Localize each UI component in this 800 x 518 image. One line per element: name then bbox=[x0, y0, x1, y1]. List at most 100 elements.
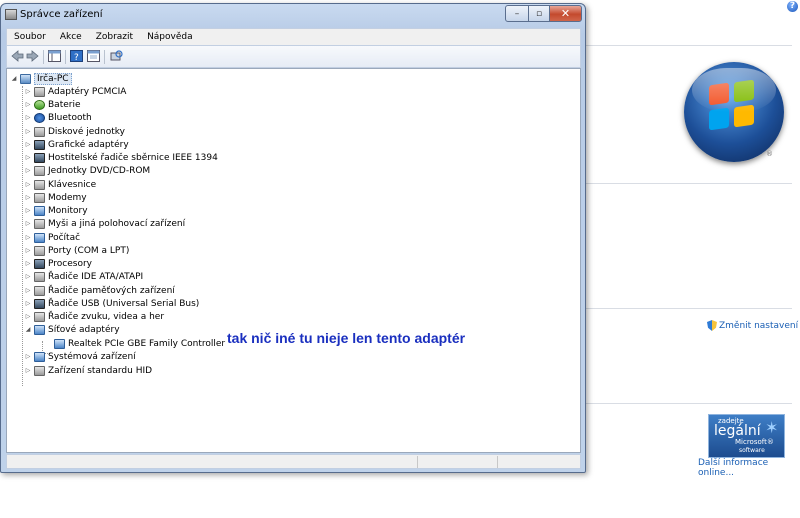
expand-icon[interactable]: ▷ bbox=[24, 234, 32, 241]
expand-icon[interactable]: ▷ bbox=[24, 114, 32, 121]
properties-icon[interactable] bbox=[87, 50, 100, 62]
star-icon: ✶ bbox=[765, 418, 779, 437]
menu-help[interactable]: Nápověda bbox=[140, 32, 200, 42]
menu-file[interactable]: Soubor bbox=[7, 32, 53, 42]
tree-item-label: Řadiče paměťových zařízení bbox=[48, 285, 175, 296]
menu-view[interactable]: Zobrazit bbox=[89, 32, 140, 42]
more-info-link[interactable]: Další informace online... bbox=[698, 458, 800, 478]
tree-item-battery[interactable]: ▷ Baterie bbox=[24, 98, 81, 111]
tree-item-ieee1394[interactable]: ▷ Hostitelské řadiče sběrnice IEEE 1394 bbox=[24, 151, 218, 164]
tree-item-ide-ata[interactable]: ▷ Řadiče IDE ATA/ATAPI bbox=[24, 270, 143, 283]
expand-icon[interactable]: ▷ bbox=[24, 247, 32, 254]
tree-item-processors[interactable]: ▷ Procesory bbox=[24, 257, 92, 270]
tree-item-label: Adaptéry PCMCIA bbox=[48, 86, 127, 97]
tree-item-label: Řadiče zvuku, videa a her bbox=[48, 311, 165, 322]
hid-icon bbox=[34, 365, 45, 376]
tree-root-label: Irča-PC bbox=[34, 72, 72, 85]
battery-icon bbox=[34, 99, 45, 110]
expand-icon[interactable]: ▷ bbox=[24, 367, 32, 374]
expand-icon[interactable]: ▷ bbox=[24, 287, 32, 294]
scan-hardware-icon[interactable] bbox=[110, 50, 123, 62]
expand-icon[interactable]: ▷ bbox=[24, 300, 32, 307]
tree-item-label: Hostitelské řadiče sběrnice IEEE 1394 bbox=[48, 152, 218, 163]
tree-item-display-adapters[interactable]: ▷ Grafické adaptéry bbox=[24, 138, 129, 151]
expand-icon[interactable]: ▷ bbox=[24, 88, 32, 95]
dvd-drive-icon bbox=[34, 165, 45, 176]
tree-item-label: Myši a jiná polohovací zařízení bbox=[48, 218, 186, 229]
close-button[interactable]: ✕ bbox=[549, 5, 582, 22]
svg-text:?: ? bbox=[74, 53, 79, 62]
tree-item-sound-video[interactable]: ▷ Řadiče zvuku, videa a her bbox=[24, 310, 164, 323]
expand-icon[interactable]: ▷ bbox=[24, 194, 32, 201]
toolbar: ? bbox=[6, 46, 581, 68]
back-icon[interactable] bbox=[11, 50, 24, 62]
tree-item-label: Počítač bbox=[48, 232, 81, 243]
tree-item-label: Síťové adaptéry bbox=[48, 324, 120, 335]
mouse-icon bbox=[34, 218, 45, 229]
expand-icon[interactable]: ▷ bbox=[24, 260, 32, 267]
windows-logo-icon bbox=[684, 62, 784, 162]
tree-item-label: Diskové jednotky bbox=[48, 126, 125, 137]
expand-icon[interactable]: ▷ bbox=[24, 167, 32, 174]
change-settings-label: Změnit nastavení bbox=[719, 320, 799, 331]
expand-icon[interactable]: ▷ bbox=[24, 128, 32, 135]
change-settings-link[interactable]: Změnit nastavení bbox=[707, 320, 798, 331]
tree-item-label: Porty (COM a LPT) bbox=[48, 245, 130, 256]
forward-icon[interactable] bbox=[26, 50, 39, 62]
menu-action[interactable]: Akce bbox=[53, 32, 89, 42]
tree-item-realtek[interactable]: Realtek PCIe GBE Family Controller bbox=[44, 337, 225, 350]
expand-icon[interactable]: ▷ bbox=[24, 313, 32, 320]
tree-item-hid[interactable]: ▷ Zařízení standardu HID bbox=[24, 364, 152, 377]
tree-item-bluetooth[interactable]: ▷ Bluetooth bbox=[24, 111, 92, 124]
tree-item-mice[interactable]: ▷ Myši a jiná polohovací zařízení bbox=[24, 217, 185, 230]
divider bbox=[586, 183, 792, 184]
expand-icon[interactable]: ▷ bbox=[24, 154, 32, 161]
expand-icon[interactable]: ▷ bbox=[24, 207, 32, 214]
tree-item-dvd-cdrom[interactable]: ▷ Jednotky DVD/CD-ROM bbox=[24, 164, 150, 177]
tree-item-modems[interactable]: ▷ Modemy bbox=[24, 191, 87, 204]
tree-item-label: Řadiče USB (Universal Serial Bus) bbox=[48, 298, 200, 309]
badge-line-3: Microsoft® bbox=[735, 438, 774, 446]
tree-item-monitors[interactable]: ▷ Monitory bbox=[24, 204, 88, 217]
tree-item-keyboards[interactable]: ▷ Klávesnice bbox=[24, 178, 96, 191]
expand-icon[interactable]: ▷ bbox=[24, 273, 32, 280]
expand-icon[interactable]: ▷ bbox=[24, 220, 32, 227]
tree-item-ports[interactable]: ▷ Porty (COM a LPT) bbox=[24, 244, 129, 257]
device-manager-window: Správce zařízení – ▫ ✕ Soubor Akce Zobra… bbox=[0, 3, 586, 473]
tree-item-label: Řadiče IDE ATA/ATAPI bbox=[48, 271, 144, 282]
keyboard-icon bbox=[34, 179, 45, 190]
title-bar[interactable]: Správce zařízení – ▫ ✕ bbox=[1, 4, 585, 27]
tree-item-computer[interactable]: ▷ Počítač bbox=[24, 231, 80, 244]
tree-item-system-devices[interactable]: ▷ Systémová zařízení bbox=[24, 350, 136, 363]
help-icon[interactable]: ? bbox=[787, 1, 798, 12]
ide-controller-icon bbox=[34, 271, 45, 282]
computer-icon bbox=[20, 73, 31, 84]
port-icon bbox=[34, 245, 45, 256]
divider bbox=[586, 45, 792, 46]
device-tree: ◢ Irča-PC ▷ Adaptéry PCMCIA ▷ Baterie ▷ Blu… bbox=[6, 68, 581, 453]
genuine-microsoft-badge[interactable]: zadejte legální Microsoft® software ✶ bbox=[708, 414, 785, 458]
network-adapter-icon bbox=[54, 338, 65, 349]
console-tree-icon[interactable] bbox=[48, 50, 61, 62]
ieee1394-icon bbox=[34, 152, 45, 163]
expand-icon[interactable]: ▷ bbox=[24, 353, 32, 360]
collapse-icon[interactable]: ◢ bbox=[10, 75, 18, 82]
tree-item-storage-controllers[interactable]: ▷ Řadiče paměťových zařízení bbox=[24, 284, 175, 297]
maximize-button[interactable]: ▫ bbox=[528, 5, 550, 22]
expand-icon[interactable]: ▷ bbox=[24, 141, 32, 148]
tree-item-label: Zařízení standardu HID bbox=[48, 365, 153, 376]
monitor-icon bbox=[34, 205, 45, 216]
tree-item-disk-drives[interactable]: ▷ Diskové jednotky bbox=[24, 125, 125, 138]
collapse-icon[interactable]: ◢ bbox=[24, 326, 32, 333]
tree-root[interactable]: ◢ Irča-PC bbox=[10, 72, 72, 85]
tree-item-usb[interactable]: ▷ Řadiče USB (Universal Serial Bus) bbox=[24, 297, 199, 310]
menu-bar: Soubor Akce Zobrazit Nápověda bbox=[6, 28, 581, 46]
help-icon[interactable]: ? bbox=[70, 50, 83, 62]
disk-drive-icon bbox=[34, 126, 45, 137]
tree-item-label: Jednotky DVD/CD-ROM bbox=[48, 165, 151, 176]
expand-icon[interactable]: ▷ bbox=[24, 181, 32, 188]
tree-item-pcmcia[interactable]: ▷ Adaptéry PCMCIA bbox=[24, 85, 126, 98]
minimize-button[interactable]: – bbox=[505, 5, 529, 22]
expand-icon[interactable]: ▷ bbox=[24, 101, 32, 108]
tree-item-network-adapters[interactable]: ◢ Síťové adaptéry bbox=[24, 323, 120, 336]
